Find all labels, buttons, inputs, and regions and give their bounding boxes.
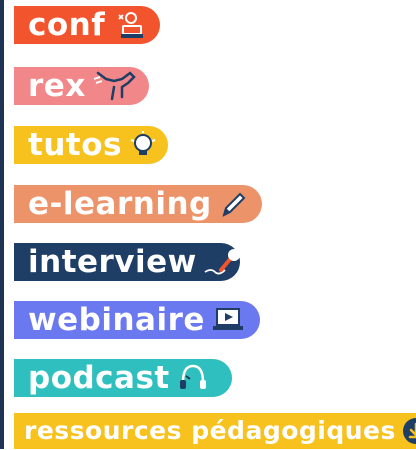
tag-conf[interactable]: conf: [14, 6, 160, 44]
tag-rex[interactable]: rex: [14, 67, 149, 105]
tag-webinaire-label: webinaire: [28, 302, 205, 338]
speaker-at-podium-icon: [111, 10, 147, 40]
dinosaur-icon: [92, 69, 138, 103]
microphone-icon: [203, 246, 243, 278]
tag-tutos[interactable]: tutos: [14, 126, 168, 164]
left-edge-bar: [0, 0, 4, 449]
tag-elearning-label: e-learning: [28, 186, 212, 222]
tag-ressources-pedagogiques[interactable]: ressources pédagogiques: [14, 413, 416, 449]
tag-podcast-label: podcast: [28, 360, 170, 396]
tag-interview-label: interview: [28, 244, 197, 280]
pencil-icon: [218, 189, 248, 219]
tag-interview[interactable]: interview: [14, 243, 240, 281]
tag-podcast[interactable]: podcast: [14, 359, 232, 397]
tag-ressources-label: ressources pédagogiques: [24, 416, 396, 445]
tag-rex-label: rex: [28, 68, 86, 104]
tag-conf-label: conf: [28, 7, 106, 43]
laptop-play-icon: [211, 305, 245, 335]
tag-tutos-label: tutos: [28, 127, 122, 163]
headphones-icon: [176, 362, 210, 394]
tag-elearning[interactable]: e-learning: [14, 185, 262, 223]
lightbulb-icon: [128, 130, 158, 160]
download-icon: [402, 417, 416, 445]
tag-webinaire[interactable]: webinaire: [14, 301, 260, 339]
